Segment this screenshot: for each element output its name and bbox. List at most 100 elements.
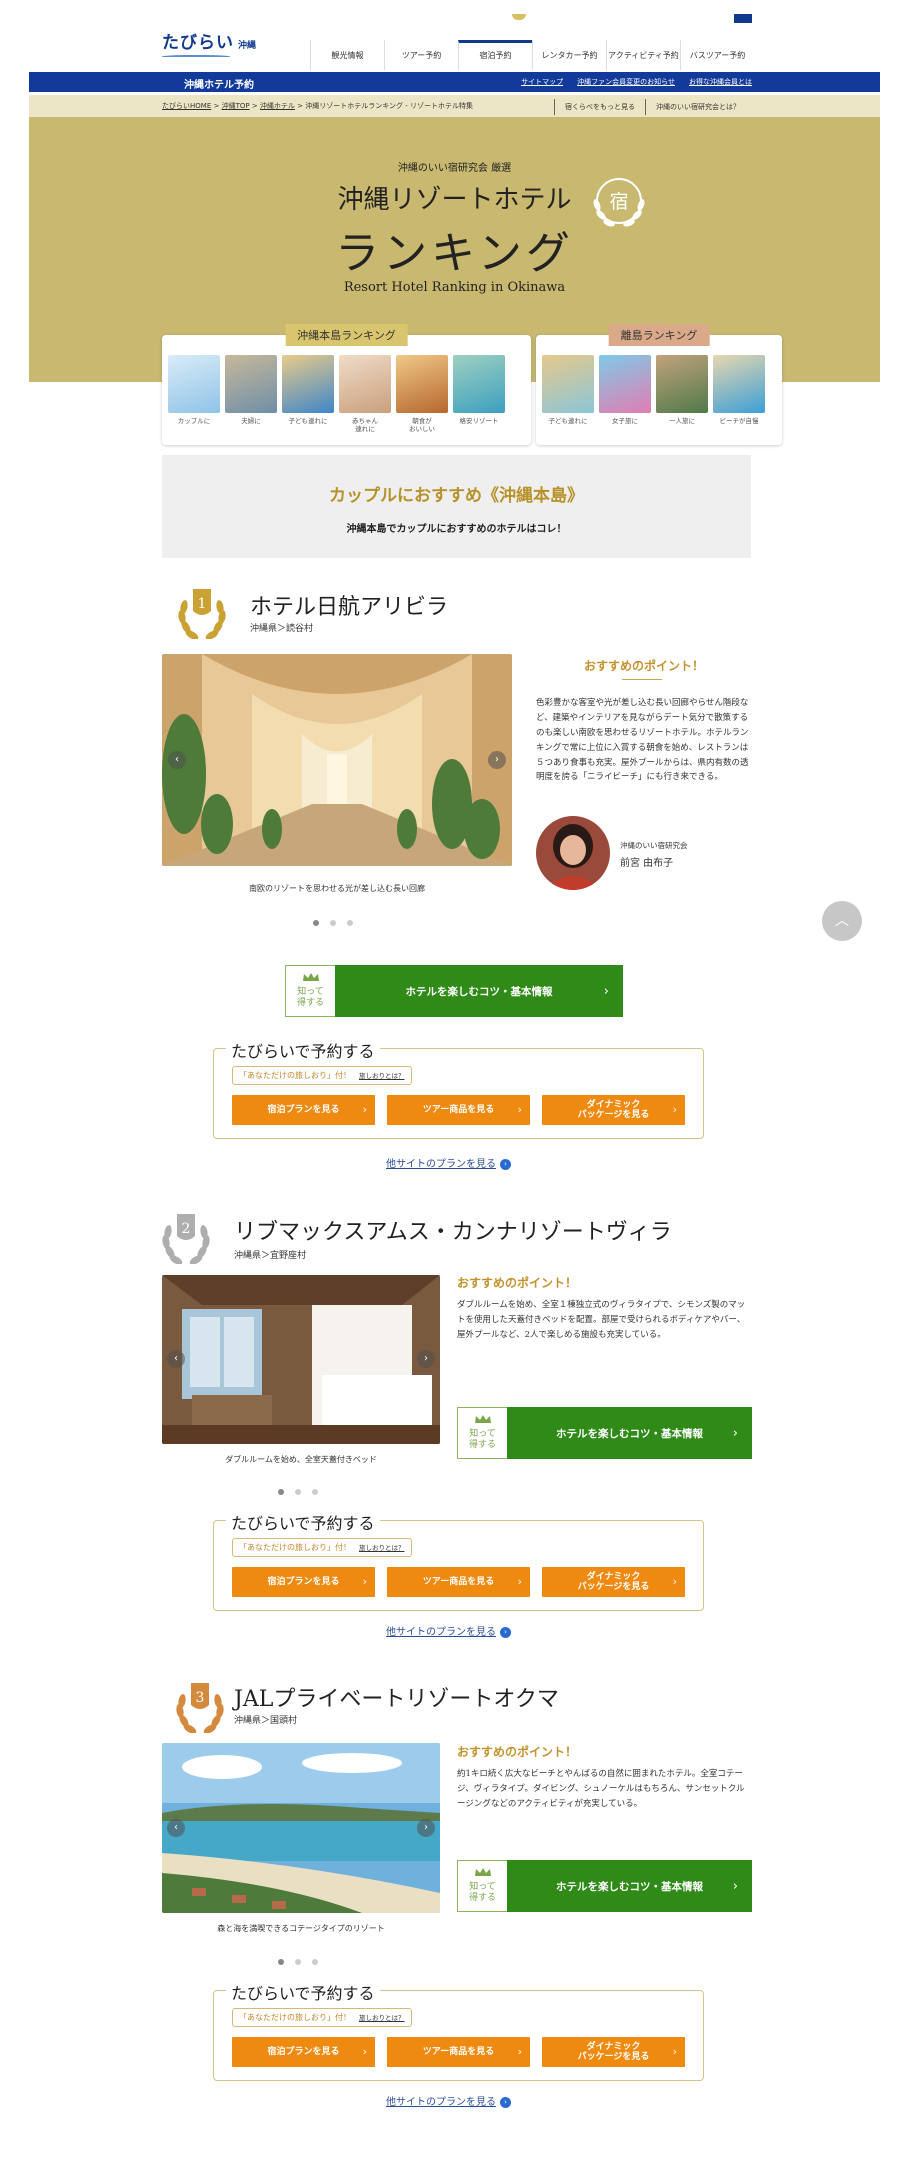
booking-box: たびらいで予約する 「あなただけの旅しおり」付！ 旅しおりとは？ 宿泊プランを見る… (213, 1980, 704, 2081)
stay-plan-button[interactable]: 宿泊プランを見る › (232, 2037, 375, 2067)
carousel-next-button[interactable]: › (417, 1350, 435, 1368)
stay-plan-label: 宿泊プランを見る (267, 1576, 340, 1587)
nav-tour[interactable]: ツアー予約 (384, 40, 458, 70)
carousel-prev-button[interactable]: ‹ (168, 751, 186, 769)
global-nav: 観光情報 ツアー予約 宿泊予約 レンタカー予約 アクティビティ予約 バスツアー予… (310, 40, 754, 70)
rank-number: 1 (198, 596, 207, 612)
section-title[interactable]: 沖縄ホテル予約 (184, 76, 254, 91)
nav-activity[interactable]: アクティビティ予約 (606, 40, 680, 70)
chevron-up-icon: ︿ (835, 913, 849, 929)
carousel-dot[interactable] (313, 920, 319, 926)
expert-avatar (536, 816, 610, 890)
carousel-dot[interactable] (330, 920, 336, 926)
carousel-next-button[interactable]: › (417, 1819, 435, 1837)
hotel-photo[interactable]: ‹ › (162, 1743, 440, 1913)
other-sites-link[interactable]: 他サイトのプランを見る › (386, 1623, 511, 1638)
other-sites-link[interactable]: 他サイトのプランを見る › (386, 1155, 511, 1170)
stay-plan-button[interactable]: 宿泊プランを見る › (232, 1095, 375, 1125)
breadcrumb-okinawa[interactable]: 沖縄TOP (222, 102, 250, 110)
tips-button-label: ホテルを楽しむコツ・基本情報 (556, 1427, 703, 1440)
hotel-photo[interactable]: ‹ › (162, 654, 512, 866)
tips-button[interactable]: ホテルを楽しむコツ・基本情報 › (507, 1407, 752, 1459)
carousel-dot[interactable] (347, 920, 353, 926)
point-text: 約1キロ続く広大なビーチとやんばるの自然に囲まれたホテル。全室コテージ、ヴィラタ… (457, 1769, 745, 1809)
main-thumb-0[interactable]: カップルに (168, 355, 220, 434)
carousel-prev-button[interactable]: ‹ (167, 1350, 185, 1368)
shiori-link[interactable]: 旅しおりとは？ (359, 1544, 405, 1552)
main-thumb-2[interactable]: 子ども連れに (282, 355, 334, 434)
carousel-dot[interactable] (295, 1959, 301, 1965)
tips-block: 知って 得する ホテルを楽しむコツ・基本情報 › (285, 965, 623, 1017)
site-logo[interactable]: たびらい 沖縄 (162, 28, 256, 59)
tips-button[interactable]: ホテルを楽しむコツ・基本情報 › (507, 1860, 752, 1912)
hotel-name[interactable]: JALプライベートリゾートオクマ (234, 1681, 559, 1713)
dynamic-package-button[interactable]: ダイナミック パッケージを見る › (542, 1567, 685, 1597)
shiori-link[interactable]: 旅しおりとは？ (359, 2014, 405, 2022)
nav-rentacar[interactable]: レンタカー予約 (532, 40, 606, 70)
hero-subtitle: 沖縄のいい宿研究会 厳選 (397, 163, 512, 174)
nav-hotel[interactable]: 宿泊予約 (458, 40, 532, 70)
rank-number: 2 (182, 1221, 191, 1237)
carousel-dot[interactable] (312, 1959, 318, 1965)
main-thumb-5[interactable]: 格安リゾート (453, 355, 505, 434)
logo-region: 沖縄 (238, 41, 257, 51)
carousel-dot[interactable] (278, 1959, 284, 1965)
chevron-right-icon: › (517, 2044, 522, 2058)
breadcrumb-hotel[interactable]: 沖縄ホテル (260, 102, 295, 110)
hotel-name[interactable]: リブマックスアムス・カンナリゾートヴィラ (234, 1214, 672, 1246)
hotel-name[interactable]: ホテル日航アリビラ (250, 589, 448, 621)
tour-product-button[interactable]: ツアー商品を見る › (387, 1095, 530, 1125)
breadcrumb-home[interactable]: たびらいHOME (162, 102, 211, 110)
thumb-image (396, 355, 448, 413)
photo-caption: 森と海を満喫できるコテージタイプのリゾート (217, 1924, 385, 1933)
breadcrumb: たびらいHOME > 沖縄TOP > 沖縄ホテル > 沖縄リゾートホテルランキン… (162, 102, 474, 110)
chevron-right-icon: › (672, 1102, 677, 1116)
isle-thumb-3[interactable]: ビーチが自慢 (713, 355, 765, 425)
nav-sightseeing[interactable]: 観光情報 (310, 40, 384, 70)
tour-product-button[interactable]: ツアー商品を見る › (387, 2037, 530, 2067)
main-thumb-1[interactable]: 夫婦に (225, 355, 277, 434)
carousel-next-button[interactable]: › (488, 751, 506, 769)
hotel-location: 沖縄県＞国頭村 (234, 1716, 298, 1726)
back-to-top-button[interactable]: ︿ (822, 901, 862, 941)
carousel-dot[interactable] (295, 1489, 301, 1495)
thumb-caption: 朝食が おいしい (409, 417, 435, 434)
point-divider (622, 679, 662, 680)
link-fan-notice[interactable]: 沖縄ファン会員変更のお知らせ (577, 77, 675, 87)
top-marker (734, 14, 752, 23)
shiori-link[interactable]: 旅しおりとは？ (359, 1072, 405, 1080)
isle-thumb-1[interactable]: 女子旅に (599, 355, 651, 425)
shiori-text: 「あなただけの旅しおり」付！ (239, 1543, 351, 1552)
dynamic-package-button[interactable]: ダイナミック パッケージを見る › (542, 1095, 685, 1125)
link-member[interactable]: お得な沖縄会員とは (689, 77, 752, 87)
main-thumb-3[interactable]: 赤ちゃん 連れに (339, 355, 391, 434)
point-text: 色彩豊かな客室や光が差し込む長い回廊やらせん階段など、建築やインテリアを見ながら… (536, 698, 749, 783)
booking-title: たびらいで予約する (226, 1980, 380, 2004)
main-thumb-4[interactable]: 朝食が おいしい (396, 355, 448, 434)
carousel-dot[interactable] (278, 1489, 284, 1495)
carousel-prev-button[interactable]: ‹ (167, 1819, 185, 1837)
nav-bustour[interactable]: バスツアー予約 (680, 40, 754, 70)
dynamic-package-button[interactable]: ダイナミック パッケージを見る › (542, 2037, 685, 2067)
stay-plan-button[interactable]: 宿泊プランを見る › (232, 1567, 375, 1597)
tips-button[interactable]: ホテルを楽しむコツ・基本情報 › (335, 965, 623, 1017)
tour-product-button[interactable]: ツアー商品を見る › (387, 1567, 530, 1597)
link-sitemap[interactable]: サイトマップ (521, 77, 563, 87)
arrow-circle-icon: › (500, 1627, 511, 1638)
carousel-dots (278, 1959, 318, 1965)
booking-box: たびらいで予約する 「あなただけの旅しおり」付！ 旅しおりとは？ 宿泊プランを見る… (213, 1038, 704, 1139)
hotel-entry-3: 3 JALプライベートリゾートオクマ 沖縄県＞国頭村 ‹ › 森と海を満喫できる… (162, 1677, 752, 2117)
section-bar: 沖縄ホテル予約 サイトマップ 沖縄ファン会員変更のお知らせ お得な沖縄会員とは (29, 72, 880, 92)
link-compare-more[interactable]: 宿くらべをもっと見る (554, 99, 645, 115)
tips-button-label: ホテルを楽しむコツ・基本情報 (405, 985, 553, 998)
isle-thumb-2[interactable]: 一人旅に (656, 355, 708, 425)
link-about-kenkyukai[interactable]: 沖縄のいい宿研究会とは？ (645, 99, 750, 115)
isle-thumb-0[interactable]: 子ども連れに (542, 355, 594, 425)
carousel-dot[interactable] (312, 1489, 318, 1495)
hotel-photo[interactable]: ‹ › (162, 1275, 440, 1444)
chevron-right-icon: › (732, 1878, 738, 1894)
other-sites-link[interactable]: 他サイトのプランを見る › (386, 2093, 511, 2108)
isle-ranking-label: 離島ランキング (608, 324, 710, 346)
chevron-right-icon: › (362, 2044, 367, 2058)
main-island-ranking: 沖縄本島ランキング カップルに 夫婦に 子ども連れに 赤ちゃん 連れに 朝食が … (162, 324, 531, 445)
